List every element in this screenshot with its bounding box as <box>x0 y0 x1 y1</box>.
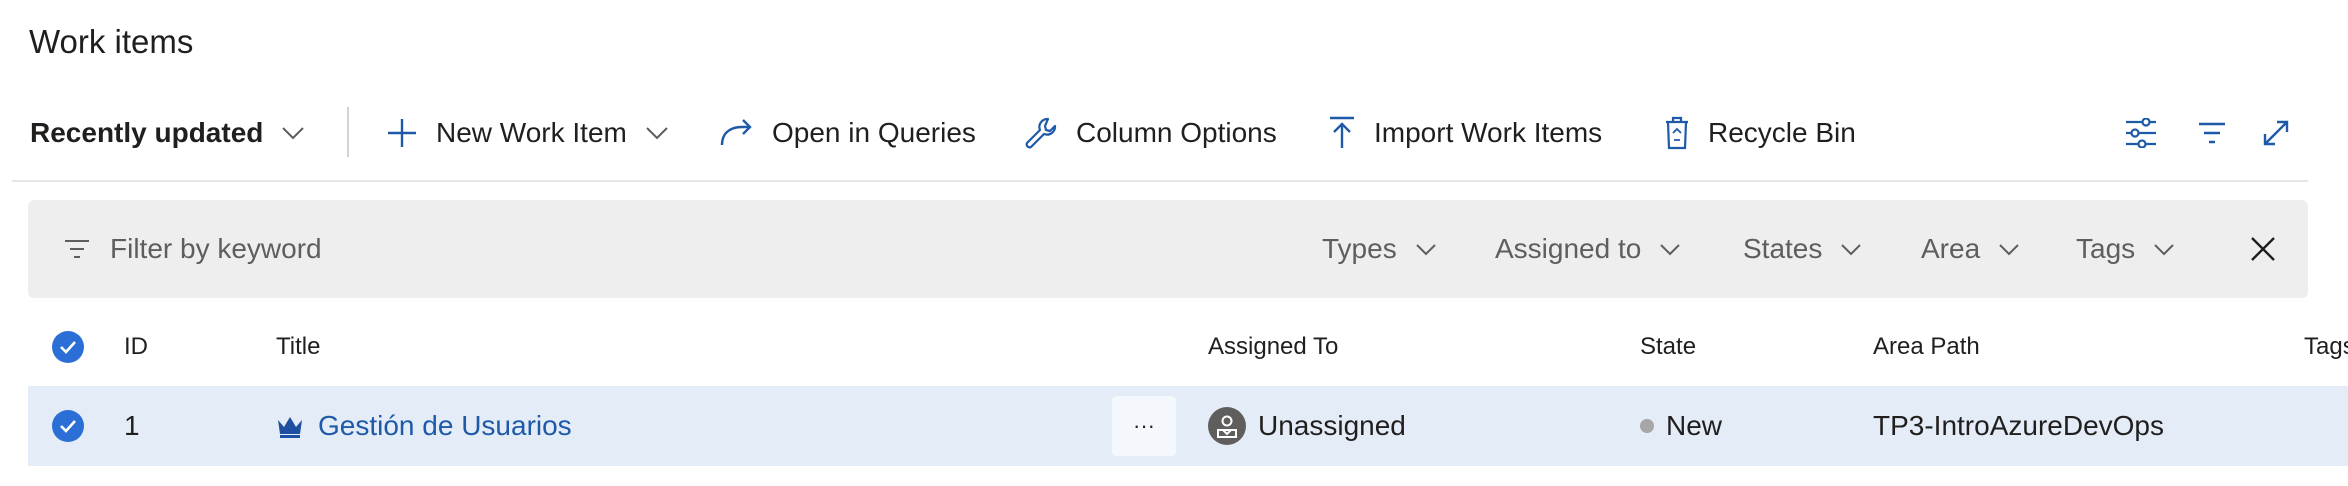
epic-crown-icon <box>276 414 304 438</box>
filter-states-dropdown[interactable]: States <box>1743 200 1862 298</box>
import-work-items-button[interactable]: Import Work Items <box>1328 100 1602 166</box>
filter-placeholder: Filter by keyword <box>110 233 322 264</box>
checkmark-icon <box>52 331 84 363</box>
filter-tags-dropdown[interactable]: Tags <box>2076 200 2175 298</box>
plus-icon <box>386 117 418 149</box>
filter-toggle-button[interactable] <box>2198 100 2226 166</box>
view-selector-dropdown[interactable]: Recently updated <box>30 100 305 166</box>
filter-types-dropdown[interactable]: Types <box>1322 200 1437 298</box>
chevron-down-icon <box>1840 243 1862 256</box>
column-header-state[interactable]: State <box>1640 325 1696 369</box>
column-header-assigned-to[interactable]: Assigned To <box>1208 325 1338 369</box>
column-header-area-path[interactable]: Area Path <box>1873 325 1980 369</box>
page-title: Work items <box>29 23 194 60</box>
chevron-down-icon <box>1415 243 1437 256</box>
filter-icon <box>64 238 90 260</box>
open-in-queries-button[interactable]: Open in Queries <box>718 100 976 166</box>
fullscreen-button[interactable] <box>2262 100 2290 166</box>
row-assigned-to-label: Unassigned <box>1258 410 1406 441</box>
filter-assigned-to-label: Assigned to <box>1495 233 1642 264</box>
row-area-path: TP3-IntroAzureDevOps <box>1873 410 2164 441</box>
filter-area-label: Area <box>1921 233 1981 264</box>
filter-icon <box>2198 121 2226 145</box>
keyword-filter-input[interactable]: Filter by keyword <box>64 200 322 298</box>
select-all-checkbox[interactable] <box>52 325 84 369</box>
view-options-icon <box>2124 118 2158 148</box>
column-options-label: Column Options <box>1076 117 1277 148</box>
chevron-down-icon <box>645 126 669 140</box>
filter-bar: Filter by keyword Types Assigned to Stat… <box>28 200 2308 298</box>
recycle-bin-icon <box>1664 116 1690 150</box>
upload-arrow-icon <box>1328 116 1356 150</box>
filter-tags-label: Tags <box>2076 233 2136 264</box>
toolbar-divider <box>12 180 2308 182</box>
chevron-down-icon <box>1998 243 2020 256</box>
filter-states-label: States <box>1743 233 1823 264</box>
row-title-link[interactable]: Gestión de Usuarios <box>276 386 572 466</box>
toolbar: Recently updated New Work Item Open in Q… <box>0 100 2348 166</box>
chevron-down-icon <box>1659 243 1681 256</box>
recycle-bin-button[interactable]: Recycle Bin <box>1664 100 1856 166</box>
table-row[interactable]: 1 Gestión de Usuarios ··· Unassigned New… <box>28 386 2348 466</box>
chevron-down-icon <box>2153 243 2175 256</box>
column-header-id[interactable]: ID <box>124 325 148 369</box>
chevron-down-icon <box>281 126 305 140</box>
row-title-label: Gestión de Usuarios <box>318 410 572 441</box>
row-id: 1 <box>124 410 140 441</box>
open-in-queries-label: Open in Queries <box>772 117 976 148</box>
toolbar-separator <box>347 107 349 157</box>
column-header-title[interactable]: Title <box>276 325 320 369</box>
row-checkbox[interactable] <box>52 386 84 466</box>
view-options-button[interactable] <box>2124 100 2158 166</box>
filter-assigned-to-dropdown[interactable]: Assigned to <box>1495 200 1681 298</box>
wrench-icon <box>1022 115 1058 151</box>
new-work-item-button[interactable]: New Work Item <box>386 100 669 166</box>
unassigned-avatar-icon <box>1208 407 1246 445</box>
import-work-items-label: Import Work Items <box>1374 117 1603 148</box>
close-filter-button[interactable] <box>2250 200 2276 298</box>
row-state-label: New <box>1666 410 1723 441</box>
recycle-bin-label: Recycle Bin <box>1708 117 1856 148</box>
close-icon <box>2250 236 2276 262</box>
row-assigned-to: Unassigned <box>1208 386 1406 466</box>
filter-types-label: Types <box>1322 233 1397 264</box>
new-work-item-label: New Work Item <box>436 117 627 148</box>
row-state: New <box>1640 386 1722 466</box>
filter-area-dropdown[interactable]: Area <box>1921 200 2020 298</box>
more-actions-button[interactable]: ··· <box>1112 396 1176 456</box>
fullscreen-icon <box>2262 119 2290 147</box>
state-dot-icon <box>1640 419 1654 433</box>
view-selector-label: Recently updated <box>30 117 264 148</box>
column-options-button[interactable]: Column Options <box>1022 100 1277 166</box>
redo-arrow-icon <box>718 117 754 149</box>
column-header-tags[interactable]: Tags <box>2304 325 2348 369</box>
checkmark-icon <box>52 410 84 442</box>
